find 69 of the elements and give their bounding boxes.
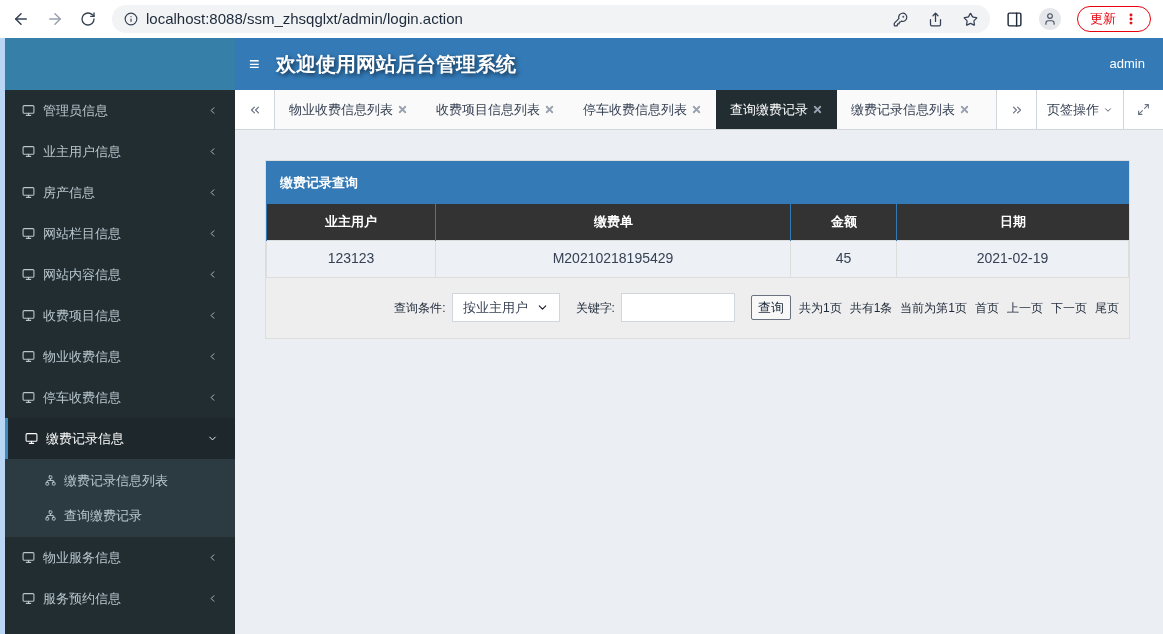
column-header: 缴费单 (435, 204, 791, 240)
submenu-item[interactable]: 缴费记录信息列表 (5, 463, 235, 498)
table-cell: 123123 (266, 240, 436, 277)
query-button[interactable]: 查询 (750, 295, 791, 320)
user-name[interactable]: admin (1109, 54, 1145, 74)
page-tab[interactable]: 停车收费信息列表 (569, 90, 716, 129)
sidebar-item[interactable]: 物业收费信息 (5, 336, 235, 377)
column-header: 金额 (790, 204, 897, 240)
pager-info: 当前为第1页 (900, 299, 967, 317)
close-icon[interactable] (812, 104, 823, 115)
keyword-field[interactable] (620, 293, 735, 322)
submenu-item[interactable]: 查询缴费记录 (5, 498, 235, 533)
url-text: localhost:8088/ssm_zhsqglxt/admin/login.action (146, 8, 463, 29)
monitor-icon (22, 227, 35, 240)
monitor-icon (22, 551, 35, 564)
address-bar[interactable]: localhost:8088/ssm_zhsqglxt/admin/login.action (112, 5, 990, 33)
table-cell: M20210218195429 (435, 240, 791, 277)
monitor-icon (22, 186, 35, 199)
key-icon[interactable] (893, 11, 908, 27)
sidebar-item[interactable]: 房产信息 (5, 172, 235, 213)
keyword-label: 关键字: (575, 299, 615, 317)
reload-icon[interactable] (80, 11, 96, 27)
sidebar-item[interactable]: 管理员信息 (5, 90, 235, 131)
menu-toggle[interactable]: ≡ (249, 50, 260, 78)
sidebar-item[interactable]: 业主用户信息 (5, 131, 235, 172)
table-cell: 45 (790, 240, 897, 277)
sidebar-item[interactable]: 服务预约信息 (5, 578, 235, 619)
pager-link[interactable]: 尾页 (1095, 298, 1119, 317)
sidebar-item[interactable]: 缴费记录信息 (5, 418, 235, 459)
monitor-icon (22, 350, 35, 363)
sidebar-item[interactable]: 停车收费信息 (5, 377, 235, 418)
sidebar-item[interactable]: 收费项目信息 (5, 295, 235, 336)
monitor-icon (22, 145, 35, 158)
pager-link[interactable]: 上一页 (1007, 298, 1043, 317)
info-icon[interactable] (124, 12, 138, 26)
sidebar-item[interactable]: 物业服务信息 (5, 537, 235, 578)
sitemap-icon (45, 475, 56, 486)
share-icon[interactable] (928, 11, 943, 27)
condition-select[interactable]: 按业主用户 (451, 293, 560, 322)
condition-label: 查询条件: (394, 299, 446, 317)
monitor-icon (22, 592, 35, 605)
fullscreen-icon (1137, 103, 1150, 116)
bookmark-icon[interactable] (963, 11, 978, 27)
column-header: 业主用户 (266, 204, 436, 240)
pager-link[interactable]: 下一页 (1051, 298, 1087, 317)
pager-info: 共有1条 (849, 299, 893, 317)
profile-avatar[interactable] (1039, 8, 1061, 30)
monitor-icon (22, 268, 35, 281)
page-tab[interactable]: 物业收费信息列表 (275, 90, 422, 129)
pager-info: 共为1页 (798, 299, 842, 317)
page-tab[interactable]: 收费项目信息列表 (422, 90, 569, 129)
page-tab[interactable]: 查询缴费记录 (716, 90, 837, 129)
monitor-icon (25, 432, 38, 445)
forward-icon[interactable] (46, 10, 64, 28)
pager-link[interactable]: 首页 (975, 298, 999, 317)
monitor-icon (22, 391, 35, 404)
back-icon[interactable] (12, 10, 30, 28)
tab-actions-button[interactable]: 页签操作 (1036, 90, 1123, 129)
page-tab[interactable]: 缴费记录信息列表 (837, 90, 984, 129)
sidebar-item[interactable]: 网站栏目信息 (5, 213, 235, 254)
table-cell: 2021-02-19 (896, 240, 1129, 277)
sidebar-item[interactable]: 网站内容信息 (5, 254, 235, 295)
site-title: 欢迎使用网站后台管理系统 (275, 52, 517, 77)
column-header: 日期 (896, 204, 1129, 240)
sitemap-icon (45, 510, 56, 521)
side-panel-icon[interactable] (1006, 10, 1023, 28)
panel-title: 缴费记录查询 (266, 161, 1129, 204)
monitor-icon (22, 309, 35, 322)
monitor-icon (22, 104, 35, 117)
